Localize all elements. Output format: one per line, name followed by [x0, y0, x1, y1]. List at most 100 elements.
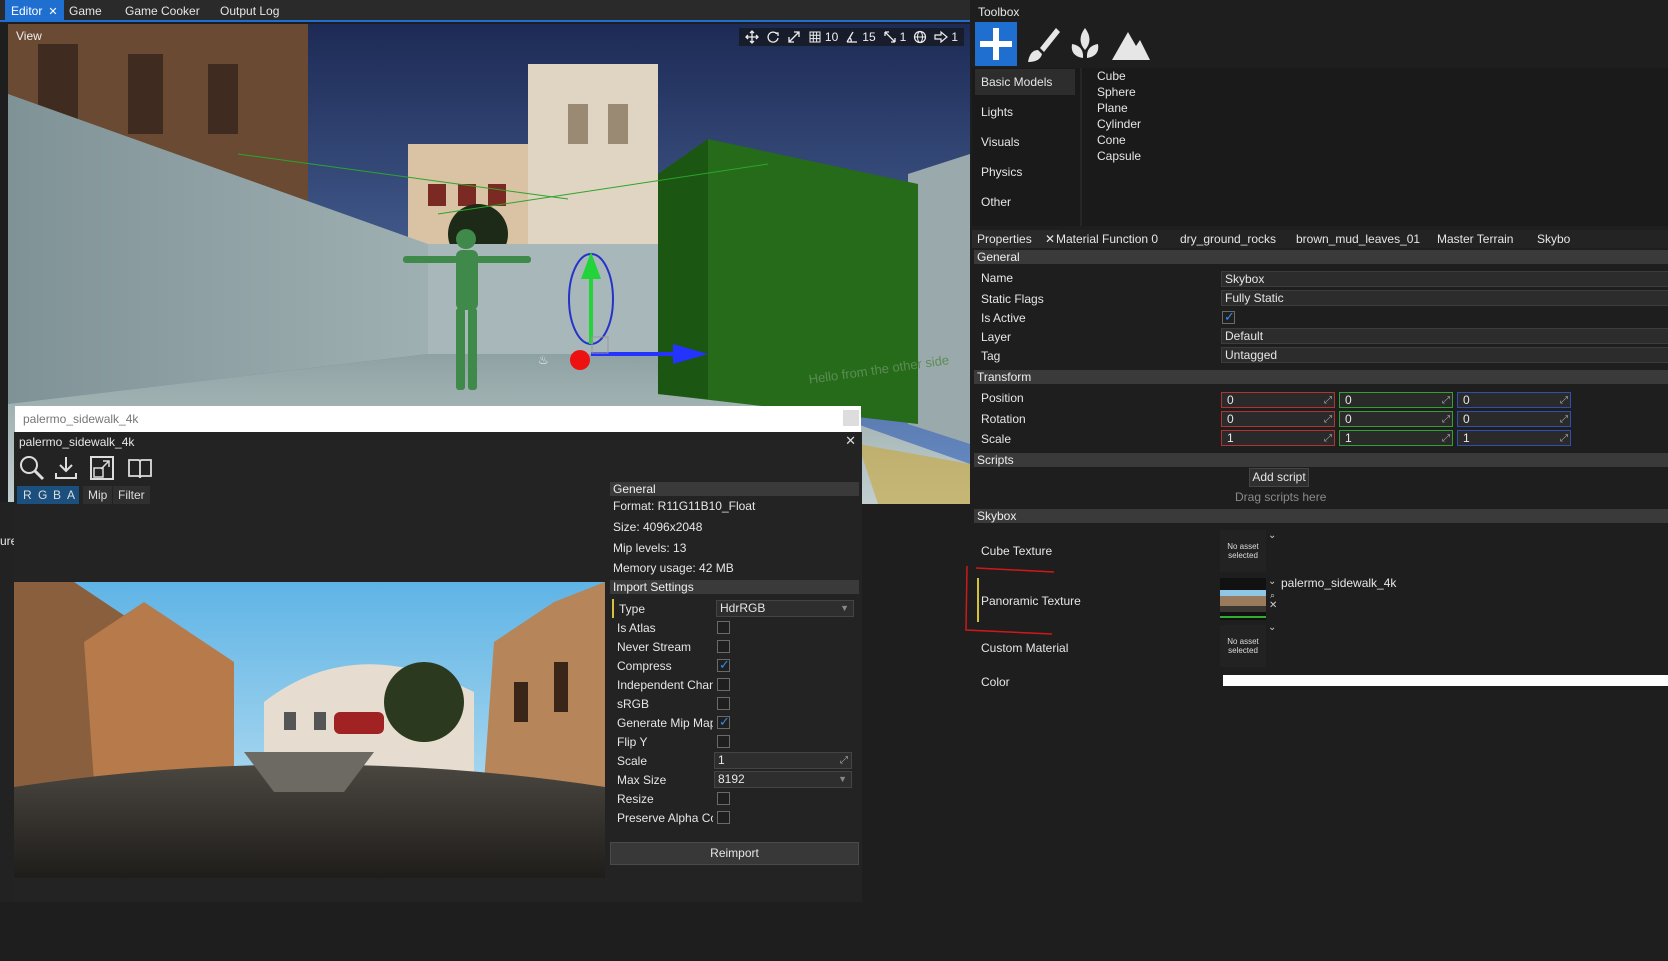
independent-channels-checkbox[interactable]: [717, 678, 730, 691]
tab-master-terrain[interactable]: Master Terrain: [1432, 230, 1518, 248]
chevron-down-icon[interactable]: ⌄: [1268, 530, 1276, 541]
clear-icon[interactable]: ✕: [1269, 600, 1277, 611]
never-stream-checkbox[interactable]: [717, 640, 730, 653]
view-menu[interactable]: View: [16, 29, 42, 43]
channel-toggle-group: R G B A: [17, 486, 79, 504]
channel-b-button[interactable]: B: [53, 486, 61, 504]
world-space-button[interactable]: [911, 30, 929, 44]
transform-section-header[interactable]: Transform: [974, 370, 1668, 384]
name-input[interactable]: Skybox: [1221, 271, 1668, 287]
static-flags-dropdown[interactable]: Fully Static: [1221, 290, 1668, 306]
close-icon[interactable]: ✕: [48, 6, 57, 18]
rotation-snap-button[interactable]: 15: [843, 30, 877, 44]
scale-input[interactable]: 1 ⤢: [714, 752, 852, 769]
filter-button[interactable]: Filter: [113, 486, 150, 504]
preserve-alpha-checkbox[interactable]: [717, 811, 730, 824]
position-z-input[interactable]: 0 ⤢: [1457, 392, 1571, 408]
resize-checkbox[interactable]: [717, 792, 730, 805]
cube-texture-asset-picker[interactable]: No asset selected: [1220, 530, 1266, 572]
terrain-icon[interactable]: [1110, 22, 1152, 66]
position-y-input[interactable]: 0 ⤢: [1339, 392, 1453, 408]
tab-skybox[interactable]: Skybo: [1532, 230, 1575, 248]
fit-view-icon[interactable]: [88, 454, 116, 482]
srgb-checkbox[interactable]: [717, 697, 730, 710]
channel-g-button[interactable]: G: [38, 486, 47, 504]
tab-editor[interactable]: Editor ✕: [5, 0, 64, 22]
tab-game-cooker[interactable]: Game Cooker: [119, 0, 206, 22]
compress-checkbox[interactable]: [717, 657, 730, 673]
is-active-label: Is Active: [981, 311, 1026, 325]
item-cone[interactable]: Cone: [1097, 133, 1126, 147]
custom-material-asset-picker[interactable]: No asset selected: [1220, 625, 1266, 667]
tab-brown-mud-leaves[interactable]: brown_mud_leaves_01: [1291, 230, 1425, 248]
chevron-down-icon[interactable]: ⌄: [1268, 622, 1276, 633]
rotate-gizmo-button[interactable]: [764, 30, 782, 44]
mip-button[interactable]: Mip: [83, 486, 113, 504]
general-section-header[interactable]: General: [610, 482, 859, 496]
channel-r-button[interactable]: R: [23, 486, 32, 504]
texture-window-titlebar[interactable]: palermo_sidewalk_4k: [15, 406, 861, 432]
category-other[interactable]: Other: [975, 189, 1075, 215]
tab-output-log[interactable]: Output Log: [214, 0, 285, 22]
resize-label: Resize: [617, 792, 654, 806]
rotation-x-input[interactable]: 0 ⤢: [1221, 411, 1335, 427]
item-cylinder[interactable]: Cylinder: [1097, 117, 1141, 131]
item-capsule[interactable]: Capsule: [1097, 149, 1141, 163]
category-visuals[interactable]: Visuals: [975, 129, 1075, 155]
rotation-y-input[interactable]: 0 ⤢: [1339, 411, 1453, 427]
item-cube[interactable]: Cube: [1097, 69, 1126, 83]
scripts-section-header[interactable]: Scripts: [974, 453, 1668, 467]
search-icon[interactable]: [18, 454, 46, 482]
memory-usage-info: Memory usage: 42 MB: [613, 561, 734, 575]
scale-y-input[interactable]: 1 ⤢: [1339, 430, 1453, 446]
chevron-down-icon[interactable]: ⌄: [1268, 576, 1276, 587]
tab-dry-ground-rocks[interactable]: dry_ground_rocks: [1175, 230, 1281, 248]
scale-x-input[interactable]: 1 ⤢: [1221, 430, 1335, 446]
tab-properties[interactable]: Properties ✕: [972, 230, 1061, 248]
paint-brush-icon[interactable]: [1022, 22, 1064, 66]
compress-row: Compress: [612, 656, 858, 675]
panoramic-texture-thumbnail[interactable]: [1220, 578, 1266, 620]
type-dropdown[interactable]: HdrRGB ▼: [716, 600, 854, 617]
category-lights[interactable]: Lights: [975, 99, 1075, 125]
tag-dropdown[interactable]: Untagged: [1221, 347, 1668, 363]
is-atlas-checkbox[interactable]: [717, 621, 730, 634]
scale-z-input[interactable]: 1 ⤢: [1457, 430, 1571, 446]
add-script-button[interactable]: Add script: [1249, 468, 1309, 487]
add-object-tab[interactable]: [975, 22, 1017, 66]
scale-snap-button[interactable]: 1: [881, 30, 909, 44]
position-x-input[interactable]: 0 ⤢: [1221, 392, 1335, 408]
type-value: HdrRGB: [720, 601, 766, 615]
rotation-z-input[interactable]: 0 ⤢: [1457, 411, 1571, 427]
scale-gizmo-button[interactable]: [785, 30, 803, 44]
translate-snap-button[interactable]: 1: [932, 30, 960, 44]
flip-y-checkbox[interactable]: [717, 735, 730, 748]
general-section-header[interactable]: General: [974, 250, 1668, 264]
category-physics[interactable]: Physics: [975, 159, 1075, 185]
expand-icon[interactable]: ⤢: [840, 753, 848, 768]
layer-dropdown[interactable]: Default: [1221, 328, 1668, 344]
window-control-button[interactable]: [843, 410, 859, 426]
max-size-dropdown[interactable]: 8192 ▼: [714, 771, 852, 788]
foliage-icon[interactable]: [1064, 22, 1106, 66]
docs-book-icon[interactable]: [126, 454, 154, 482]
translate-gizmo-button[interactable]: [743, 30, 761, 44]
close-icon[interactable]: ✕: [845, 433, 856, 449]
skybox-section-header[interactable]: Skybox: [974, 509, 1668, 523]
item-plane[interactable]: Plane: [1097, 101, 1128, 115]
is-active-checkbox[interactable]: [1222, 309, 1235, 325]
import-icon[interactable]: [52, 454, 80, 482]
generate-mip-maps-checkbox[interactable]: [717, 714, 730, 730]
preserve-alpha-row: Preserve Alpha Co: [612, 808, 858, 827]
import-settings-header[interactable]: Import Settings: [610, 580, 859, 594]
viewport-toolbar: 10 15 1 1: [738, 28, 964, 46]
reimport-button[interactable]: Reimport: [610, 842, 859, 865]
item-sphere[interactable]: Sphere: [1097, 85, 1136, 99]
tab-game[interactable]: Game: [63, 0, 108, 22]
texture-preview[interactable]: [14, 582, 605, 878]
category-basic-models[interactable]: Basic Models: [975, 69, 1075, 95]
tab-material-function[interactable]: Material Function 0: [1051, 230, 1163, 248]
channel-a-button[interactable]: A: [67, 486, 75, 504]
grid-snap-button[interactable]: 10: [806, 30, 840, 44]
color-picker[interactable]: [1223, 675, 1668, 686]
